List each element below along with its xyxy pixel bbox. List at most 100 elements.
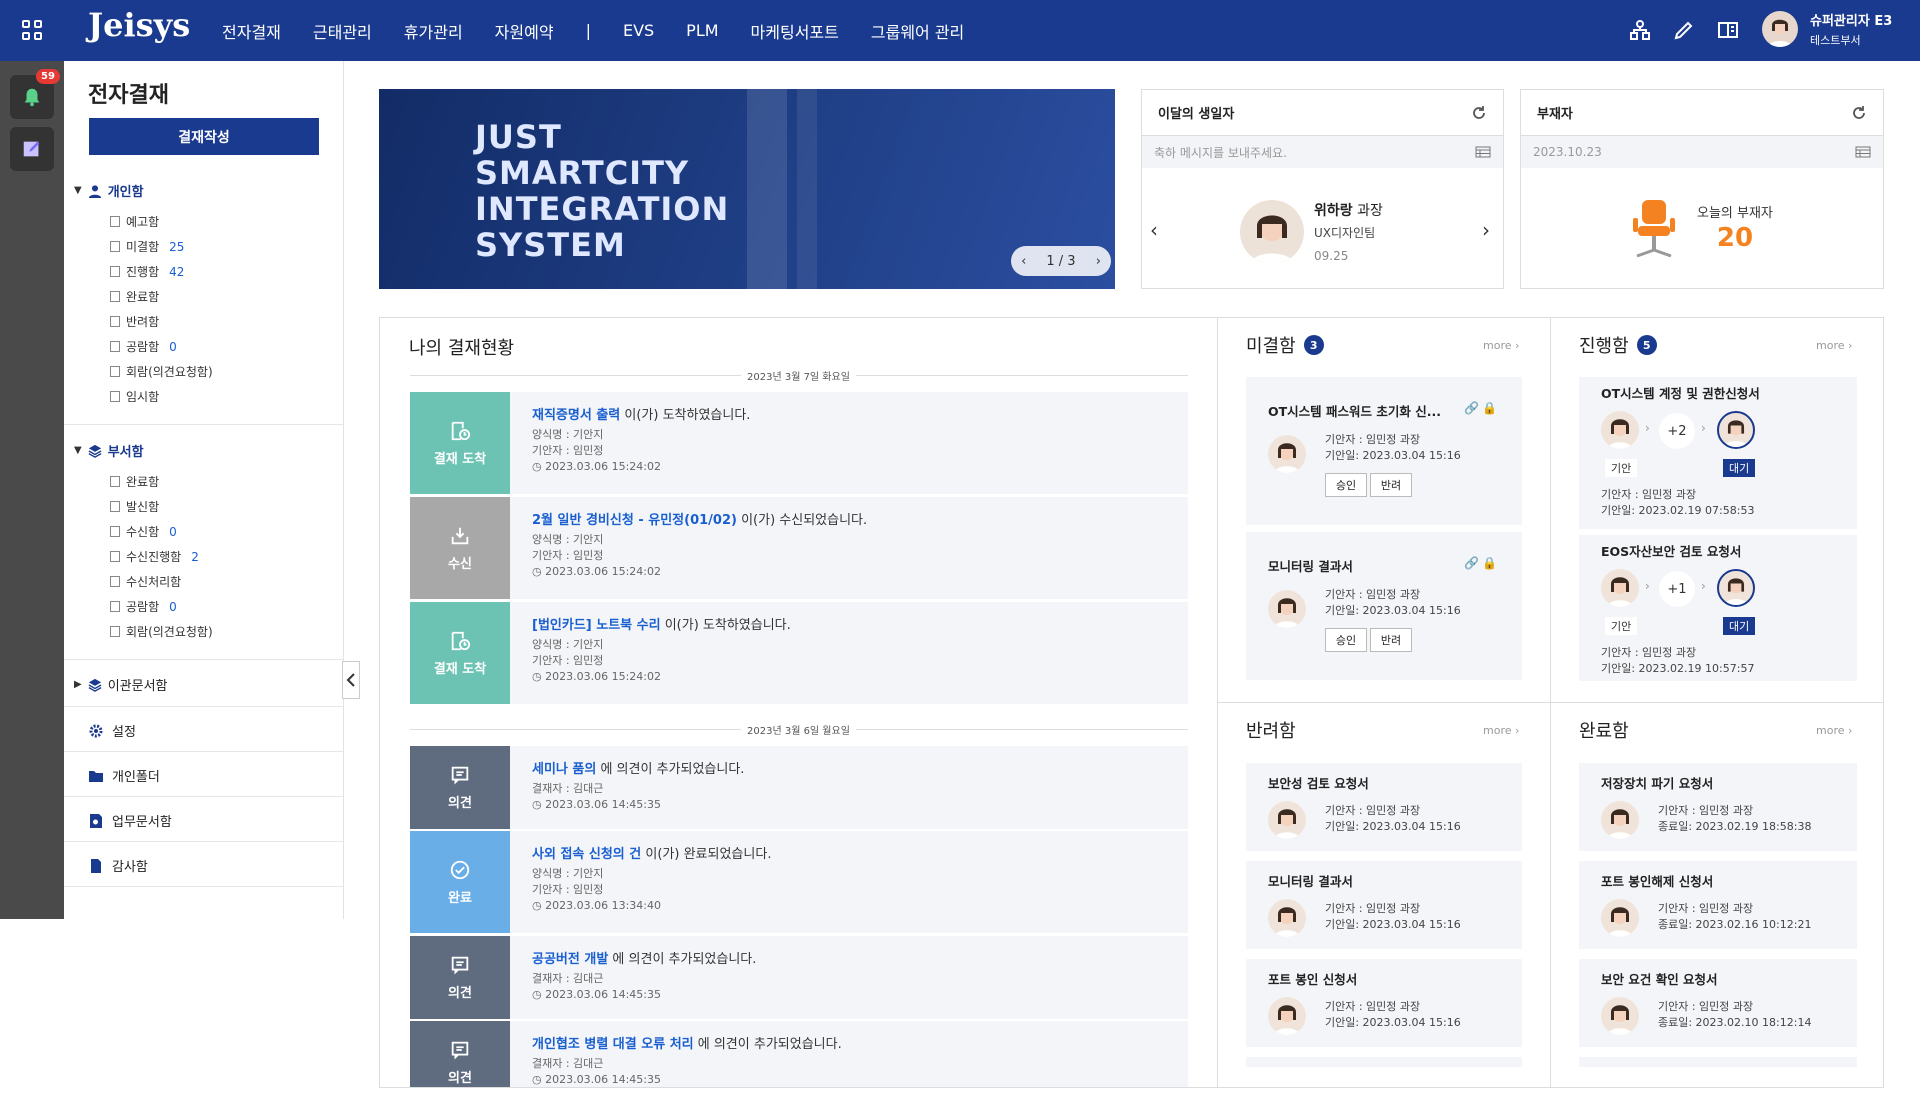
sidebar-item-dept-completed[interactable]: 완료함: [110, 473, 159, 490]
sidebar-item-pending[interactable]: 미결함 25: [110, 238, 184, 255]
done-item-title[interactable]: 저장장치 파기 요청서: [1601, 773, 1713, 792]
status-subject-link[interactable]: 개인협조 병렬 대결 오류 처리: [532, 1037, 694, 1052]
group-personal[interactable]: ▼ 개인함: [74, 181, 144, 200]
rejected-item-title[interactable]: 모니터링 결과서: [1268, 871, 1353, 890]
rejected-item[interactable]: 모니터링 결과서 기안자 : 임민정 과장 기안일: 2023.03.04 15:…: [1246, 861, 1522, 949]
chevron-right-icon[interactable]: ›: [1096, 254, 1101, 269]
write-approval-button[interactable]: 결재작성: [89, 118, 319, 155]
done-more-link[interactable]: more ›: [1816, 724, 1852, 737]
status-row[interactable]: 결재 도착 [법인카드] 노트북 수리 이(가) 도착하였습니다. 양식명 : …: [410, 602, 1188, 704]
logo[interactable]: Jeisys: [88, 6, 190, 44]
rejected-more-link[interactable]: more ›: [1483, 724, 1519, 737]
refresh-icon[interactable]: [1851, 105, 1867, 121]
menu-settings[interactable]: 설정: [88, 721, 136, 740]
document-icon: [110, 241, 120, 252]
sidebar-item-notice[interactable]: 예고함: [110, 213, 159, 230]
app-grid-icon[interactable]: [22, 20, 42, 40]
sidebar-item-dept-circulation[interactable]: 회람(의견요청함): [110, 623, 213, 640]
nav-item-resource[interactable]: 자원예약: [495, 19, 554, 43]
layout-icon[interactable]: [1716, 18, 1740, 42]
progress-item-title[interactable]: EOS자산보안 검토 요청서: [1601, 541, 1741, 560]
rejected-item[interactable]: 포트 봉인 신청서 기안자 : 임민정 과장 기안일: 2023.03.04 15…: [1246, 959, 1522, 1047]
status-row[interactable]: 완료 사외 접속 신청의 건 이(가) 완료되었습니다. 양식명 : 기안지 기안…: [410, 831, 1188, 933]
rejected-item-title[interactable]: 포트 봉인 신청서: [1268, 969, 1357, 988]
table-icon[interactable]: [1855, 146, 1871, 158]
chevron-left-icon[interactable]: ‹: [1021, 254, 1026, 269]
status-row[interactable]: 결재 도착 재직증명서 출력 이(가) 도착하였습니다. 양식명 : 기안지 기안…: [410, 392, 1188, 494]
menu-personal-folder[interactable]: 개인폴더: [88, 766, 160, 785]
status-subject-link[interactable]: 사외 접속 신청의 건: [532, 847, 641, 862]
status-subject-link[interactable]: 세미나 품의: [532, 762, 596, 777]
org-chart-icon[interactable]: [1628, 18, 1652, 42]
done-item[interactable]: 포트 봉인해제 신청서 기안자 : 임민정 과장 종료일: 2023.02.16 …: [1579, 861, 1857, 949]
rejected-item-title[interactable]: 보안성 검토 요청서: [1268, 773, 1369, 792]
sidebar-item-dept-shared[interactable]: 공람함 0: [110, 598, 177, 615]
menu-work-docs[interactable]: 업무문서함: [88, 811, 172, 830]
sidebar-item-sent[interactable]: 발신함: [110, 498, 159, 515]
pending-item[interactable]: OT시스템 패스워드 초기화 신... 🔗 🔒 기안자 : 임민정 과장 기안일:…: [1246, 377, 1522, 525]
group-related[interactable]: ▶ 이관문서함: [74, 675, 168, 694]
approve-button[interactable]: 승인: [1325, 628, 1367, 652]
chevron-left-icon[interactable]: ‹: [1150, 218, 1158, 242]
sidebar-item-in-progress[interactable]: 진행함 42: [110, 263, 184, 280]
pending-more-link[interactable]: more ›: [1483, 339, 1519, 352]
nav-item-approval[interactable]: 전자결재: [222, 19, 281, 43]
sidebar-item-receive-progress[interactable]: 수신진행함 2: [110, 548, 199, 565]
status-row[interactable]: 수신 2월 일반 경비신청 - 유민정(01/02) 이(가) 수신되었습니다.…: [410, 497, 1188, 599]
status-row[interactable]: 의견 세미나 품의 에 의견이 추가되었습니다. 결재자 : 김대근 ◷ 2023…: [410, 746, 1188, 829]
reject-button[interactable]: 반려: [1370, 473, 1412, 497]
chevron-right-icon[interactable]: ›: [1482, 218, 1490, 242]
status-subject-link[interactable]: 재직증명서 출력: [532, 408, 620, 423]
sidebar-item-completed[interactable]: 완료함: [110, 288, 159, 305]
user-profile[interactable]: 슈퍼관리자 E3 테스트부서: [1762, 10, 1892, 48]
sidebar-item-shared[interactable]: 공람함 0: [110, 338, 177, 355]
memo-button[interactable]: [10, 127, 54, 171]
status-subject-link[interactable]: 공공버전 개발: [532, 952, 608, 967]
progress-item[interactable]: EOS자산보안 검토 요청서 › +1 › 기안 대기 기안자 : 임민정 과장…: [1579, 535, 1857, 681]
status-message: 이(가) 완료되었습니다.: [641, 847, 772, 862]
pending-item-title[interactable]: 모니터링 결과서: [1268, 556, 1353, 575]
done-item-title[interactable]: 보안 요건 확인 요청서: [1601, 969, 1718, 988]
group-department[interactable]: ▼ 부서함: [74, 441, 144, 460]
sidebar-item-received[interactable]: 수신함 0: [110, 523, 177, 540]
nav-item-groupware-admin[interactable]: 그룹웨어 관리: [871, 19, 964, 43]
rejected-item[interactable]: 보안성 검토 요청서 기안자 : 임민정 과장 기안일: 2023.03.04 1…: [1246, 763, 1522, 851]
pencil-icon[interactable]: [1672, 18, 1696, 42]
status-row[interactable]: 의견 개인협조 병렬 대결 오류 처리 에 의견이 추가되었습니다. 결재자 :…: [410, 1021, 1188, 1087]
birthday-message-input[interactable]: 축하 메시지를 보내주세요.: [1142, 136, 1503, 168]
sidebar-item-rejected[interactable]: 반려함: [110, 313, 159, 330]
refresh-icon[interactable]: [1471, 105, 1487, 121]
notification-button[interactable]: 59: [10, 69, 60, 119]
nav-item-attendance[interactable]: 근태관리: [313, 19, 372, 43]
progress-item[interactable]: OT시스템 계정 및 권한신청서 › +2 › 기안 대기 기안자 : 임민정 …: [1579, 377, 1857, 529]
document-clock-icon: [451, 421, 471, 440]
done-item-title[interactable]: 포트 봉인해제 신청서: [1601, 871, 1713, 890]
nav-item-plm[interactable]: PLM: [686, 21, 718, 40]
absent-count[interactable]: 20: [1697, 223, 1773, 253]
reject-button[interactable]: 반려: [1370, 628, 1412, 652]
status-subject-link[interactable]: 2월 일반 경비신청 - 유민정(01/02): [532, 513, 737, 528]
done-item[interactable]: 저장장치 파기 요청서 기안자 : 임민정 과장 종료일: 2023.02.19 …: [1579, 763, 1857, 851]
done-item[interactable]: 보안 요건 확인 요청서 기안자 : 임민정 과장 종료일: 2023.02.10…: [1579, 959, 1857, 1047]
banner[interactable]: JUST SMARTCITY INTEGRATION SYSTEM ‹ 1 / …: [379, 89, 1115, 289]
more-approvers-count[interactable]: +2: [1659, 413, 1695, 449]
progress-more-link[interactable]: more ›: [1816, 339, 1852, 352]
nav-item-evs[interactable]: EVS: [623, 21, 654, 40]
pending-item-title[interactable]: OT시스템 패스워드 초기화 신...: [1268, 401, 1464, 420]
pending-item[interactable]: 모니터링 결과서 🔗 🔒 기안자 : 임민정 과장 기안일: 2023.03.04…: [1246, 532, 1522, 680]
sidebar-item-circulation[interactable]: 회람(의견요청함): [110, 363, 213, 380]
nav-item-marketing[interactable]: 마케팅서포트: [751, 19, 839, 43]
sidebar-item-temp[interactable]: 임시함: [110, 388, 159, 405]
absent-date-field[interactable]: 2023.10.23: [1521, 136, 1883, 168]
status-subject-link[interactable]: [법인카드] 노트북 수리: [532, 618, 661, 633]
approve-button[interactable]: 승인: [1325, 473, 1367, 497]
more-approvers-count[interactable]: +1: [1659, 571, 1695, 607]
table-icon[interactable]: [1475, 146, 1491, 158]
sidebar-collapse-button[interactable]: [342, 661, 360, 699]
sidebar-item-receive-processed[interactable]: 수신처리함: [110, 573, 181, 590]
status-time: 2023.03.06 14:45:35: [545, 988, 661, 1001]
menu-audit[interactable]: 감사함: [88, 856, 148, 875]
status-row[interactable]: 의견 공공버전 개발 에 의견이 추가되었습니다. 결재자 : 김대근 ◷ 202…: [410, 936, 1188, 1019]
nav-item-vacation[interactable]: 휴가관리: [404, 19, 463, 43]
progress-item-title[interactable]: OT시스템 계정 및 권한신청서: [1601, 383, 1760, 402]
